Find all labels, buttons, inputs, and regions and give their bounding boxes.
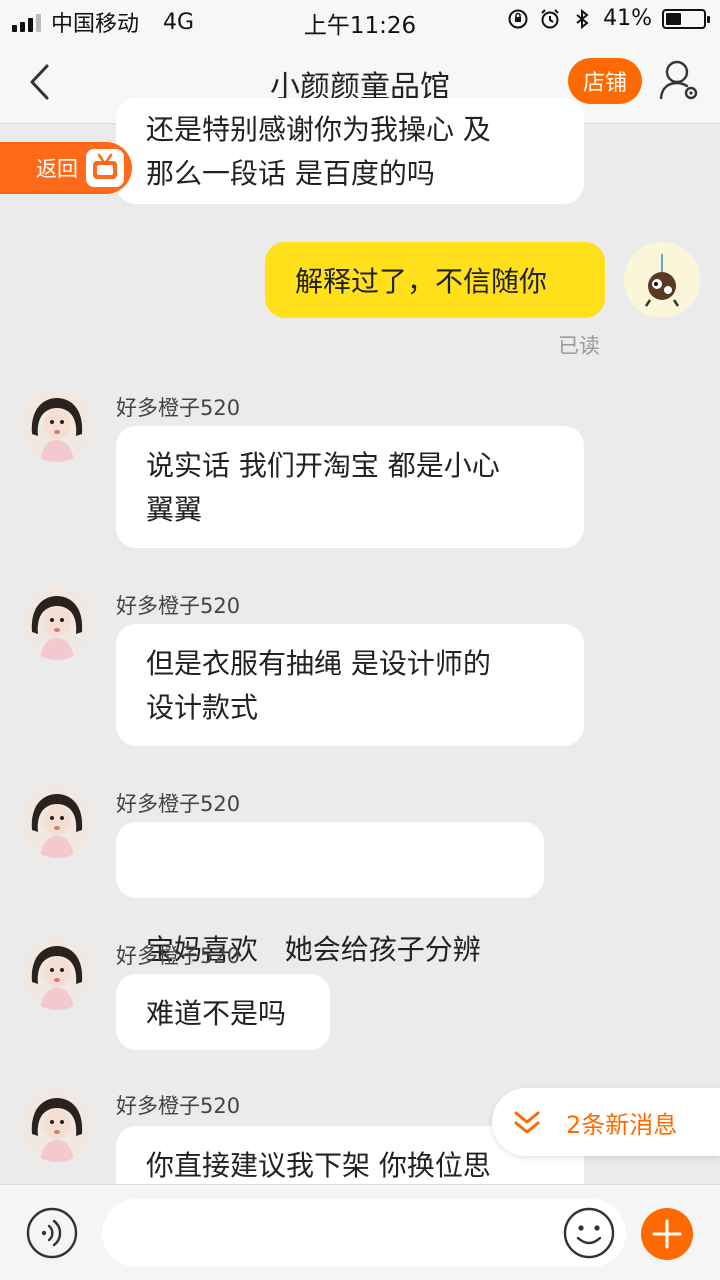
alarm-icon xyxy=(541,8,559,28)
message-bubble[interactable]: 说实话 我们开淘宝 都是小心 翼翼 xyxy=(116,426,584,548)
avatar[interactable] xyxy=(20,388,94,462)
battery-icon xyxy=(662,8,710,29)
my-message-bubble[interactable]: 解释过了，不信随你 xyxy=(265,242,605,318)
message-line: 还是特别感谢你为我操心 及 xyxy=(146,113,491,146)
return-button[interactable]: 返回 xyxy=(0,142,132,194)
my-avatar[interactable] xyxy=(624,242,700,318)
voice-icon[interactable] xyxy=(26,1207,78,1259)
chevron-down-double-icon xyxy=(514,1111,540,1134)
emoji-icon[interactable] xyxy=(562,1206,616,1260)
avatar[interactable] xyxy=(20,1088,94,1162)
message-bubble[interactable]: 但是衣服有抽绳 是设计师的 设计款式 xyxy=(116,624,584,746)
message-line: 解释过了，不信随你 xyxy=(295,265,548,298)
sender-nickname: 好多橙子520 xyxy=(116,396,241,420)
avatar[interactable] xyxy=(20,586,94,660)
message-line: 设计款式 xyxy=(146,691,259,724)
avatar[interactable] xyxy=(20,936,94,1010)
battery-percent: 41% xyxy=(603,6,652,31)
read-status: 已读 xyxy=(558,334,600,358)
new-messages-button[interactable]: 2条新消息 xyxy=(492,1088,720,1156)
plus-icon[interactable] xyxy=(640,1207,694,1261)
message-line: 翼翼 xyxy=(146,493,203,526)
shop-button[interactable]: 店铺 xyxy=(568,58,642,104)
message-bubble[interactable]: 难道不是吗 xyxy=(116,974,330,1050)
sender-nickname: 好多橙子520 xyxy=(116,1094,241,1118)
sender-nickname: 好多橙子520 xyxy=(116,792,241,816)
message-line: 那么一段话 是百度的吗 xyxy=(146,157,435,190)
new-messages-label: 2条新消息 xyxy=(566,1110,678,1139)
orientation-lock-icon xyxy=(508,9,528,28)
message-line: 说实话 我们开淘宝 都是小心 xyxy=(146,449,500,482)
message-bubble[interactable]: 还是特别感谢你为我操心 及 那么一段话 是百度的吗 xyxy=(116,98,584,204)
avatar[interactable] xyxy=(20,784,94,858)
sender-nickname: 好多橙子520 xyxy=(116,594,241,618)
sender-nickname: 好多橙子520 xyxy=(116,944,241,968)
chat-screen: 中国移动 4G 上午11:26 41% 小颜颜童品馆 店铺 返回 还是特别感谢你… xyxy=(0,0,720,1280)
message-bubble[interactable]: 宝妈喜欢 她会给孩子分辨 xyxy=(116,822,544,966)
input-bar xyxy=(0,1184,720,1280)
status-bar: 中国移动 4G 上午11:26 41% xyxy=(0,0,720,40)
tv-icon xyxy=(86,149,124,187)
message-line: 你直接建议我下架 你换位思 xyxy=(146,1149,491,1182)
message-line: 但是衣服有抽绳 是设计师的 xyxy=(146,647,491,680)
message-input[interactable] xyxy=(102,1199,626,1267)
return-label: 返回 xyxy=(36,157,78,181)
person-settings-icon[interactable] xyxy=(656,56,702,102)
bluetooth-icon xyxy=(576,8,589,29)
message-line: 难道不是吗 xyxy=(146,997,287,1030)
